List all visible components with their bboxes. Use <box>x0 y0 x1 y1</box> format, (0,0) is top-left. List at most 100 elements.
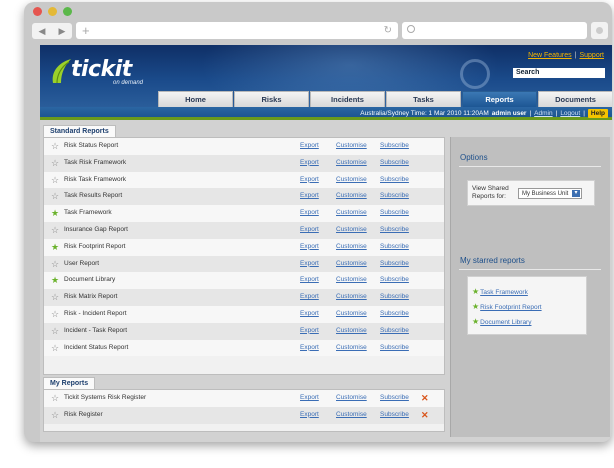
subscribe-link[interactable]: Subscribe <box>380 176 409 183</box>
star-icon[interactable]: ☆ <box>51 343 59 353</box>
export-link[interactable]: Export <box>300 260 319 267</box>
tab-reports[interactable]: Reports <box>462 91 537 107</box>
star-icon[interactable]: ☆ <box>51 326 59 336</box>
starred-item[interactable]: ★Document Library <box>472 317 531 326</box>
star-icon[interactable]: ☆ <box>51 410 59 420</box>
report-name[interactable]: Risk - Incident Report <box>64 310 127 317</box>
customise-link[interactable]: Customise <box>336 310 367 317</box>
subscribe-link[interactable]: Subscribe <box>380 243 409 250</box>
export-link[interactable]: Export <box>300 344 319 351</box>
star-icon[interactable]: ☆ <box>51 259 59 269</box>
star-icon[interactable]: ★ <box>51 275 59 285</box>
customise-link[interactable]: Customise <box>336 142 367 149</box>
tickit-logo[interactable]: tickit on demand <box>49 55 169 87</box>
customise-link[interactable]: Customise <box>336 344 367 351</box>
help-button[interactable]: Help <box>587 109 608 118</box>
report-name[interactable]: Incident - Task Report <box>64 327 127 334</box>
logout-link[interactable]: Logout <box>560 110 580 117</box>
star-icon[interactable]: ☆ <box>51 292 59 302</box>
business-unit-select[interactable]: My Business Unit ▾ <box>518 188 582 199</box>
export-link[interactable]: Export <box>300 159 319 166</box>
export-link[interactable]: Export <box>300 243 319 250</box>
export-link[interactable]: Export <box>300 209 319 216</box>
extension-button[interactable] <box>591 22 608 39</box>
export-link[interactable]: Export <box>300 192 319 199</box>
star-icon[interactable]: ★ <box>51 208 59 218</box>
customise-link[interactable]: Customise <box>336 226 367 233</box>
export-link[interactable]: Export <box>300 293 319 300</box>
subscribe-link[interactable]: Subscribe <box>380 226 409 233</box>
star-icon[interactable]: ☆ <box>51 191 59 201</box>
subscribe-link[interactable]: Subscribe <box>380 142 409 149</box>
report-name[interactable]: User Report <box>64 260 99 267</box>
star-icon[interactable]: ☆ <box>51 175 59 185</box>
tab-risks[interactable]: Risks <box>234 91 309 107</box>
back-icon[interactable]: ◀ <box>39 26 46 37</box>
export-link[interactable]: Export <box>300 276 319 283</box>
subscribe-link[interactable]: Subscribe <box>380 159 409 166</box>
subscribe-link[interactable]: Subscribe <box>380 209 409 216</box>
export-link[interactable]: Export <box>300 176 319 183</box>
customise-link[interactable]: Customise <box>336 293 367 300</box>
delete-icon[interactable]: ✕ <box>421 410 429 420</box>
tab-incidents[interactable]: Incidents <box>310 91 385 107</box>
report-name[interactable]: Incident Status Report <box>64 344 128 351</box>
forward-icon[interactable]: ▶ <box>59 26 66 37</box>
customise-link[interactable]: Customise <box>336 260 367 267</box>
subscribe-link[interactable]: Subscribe <box>380 293 409 300</box>
star-icon[interactable]: ☆ <box>51 393 59 403</box>
customise-link[interactable]: Customise <box>336 192 367 199</box>
export-link[interactable]: Export <box>300 411 319 418</box>
reload-icon[interactable]: ↻ <box>384 22 392 39</box>
customise-link[interactable]: Customise <box>336 394 367 401</box>
address-bar[interactable]: + ↻ <box>76 22 398 39</box>
close-window-button[interactable] <box>33 7 42 16</box>
report-name[interactable]: Task Framework <box>64 209 112 216</box>
delete-icon[interactable]: ✕ <box>421 393 429 403</box>
report-name[interactable]: Risk Footprint Report <box>64 243 125 250</box>
plus-icon[interactable]: + <box>82 22 90 39</box>
report-name[interactable]: Risk Status Report <box>64 142 118 149</box>
customise-link[interactable]: Customise <box>336 159 367 166</box>
support-link[interactable]: Support <box>579 52 604 59</box>
star-icon[interactable]: ☆ <box>51 158 59 168</box>
customise-link[interactable]: Customise <box>336 209 367 216</box>
customise-link[interactable]: Customise <box>336 411 367 418</box>
report-name[interactable]: Task Results Report <box>64 192 122 199</box>
starred-item[interactable]: ★Task Framework <box>472 287 528 296</box>
export-link[interactable]: Export <box>300 327 319 334</box>
starred-item[interactable]: ★Risk Footprint Report <box>472 302 542 311</box>
report-name[interactable]: Risk Matrix Report <box>64 293 117 300</box>
report-name[interactable]: Task Risk Framework <box>64 159 126 166</box>
minimize-window-button[interactable] <box>48 7 57 16</box>
subscribe-link[interactable]: Subscribe <box>380 344 409 351</box>
export-link[interactable]: Export <box>300 142 319 149</box>
customise-link[interactable]: Customise <box>336 243 367 250</box>
subscribe-link[interactable]: Subscribe <box>380 276 409 283</box>
new-features-link[interactable]: New Features <box>528 52 572 59</box>
tab-tasks[interactable]: Tasks <box>386 91 461 107</box>
subscribe-link[interactable]: Subscribe <box>380 192 409 199</box>
customise-link[interactable]: Customise <box>336 327 367 334</box>
subscribe-link[interactable]: Subscribe <box>380 394 409 401</box>
star-icon[interactable]: ☆ <box>51 141 59 151</box>
star-icon[interactable]: ★ <box>51 242 59 252</box>
browser-search-field[interactable] <box>402 22 587 39</box>
maximize-window-button[interactable] <box>63 7 72 16</box>
tab-home[interactable]: Home <box>158 91 233 107</box>
export-link[interactable]: Export <box>300 310 319 317</box>
subscribe-link[interactable]: Subscribe <box>380 411 409 418</box>
report-name[interactable]: Risk Task Framework <box>64 176 126 183</box>
report-name[interactable]: Risk Register <box>64 411 103 418</box>
customise-link[interactable]: Customise <box>336 276 367 283</box>
star-icon[interactable]: ☆ <box>51 225 59 235</box>
admin-link[interactable]: Admin <box>534 110 552 117</box>
report-name[interactable]: Tickit Systems Risk Register <box>64 394 146 401</box>
report-name[interactable]: Document Library <box>64 276 115 283</box>
star-icon[interactable]: ☆ <box>51 309 59 319</box>
customise-link[interactable]: Customise <box>336 176 367 183</box>
subscribe-link[interactable]: Subscribe <box>380 327 409 334</box>
subscribe-link[interactable]: Subscribe <box>380 260 409 267</box>
app-search-input[interactable]: Search <box>513 68 605 78</box>
tab-documents[interactable]: Documents <box>538 91 612 107</box>
